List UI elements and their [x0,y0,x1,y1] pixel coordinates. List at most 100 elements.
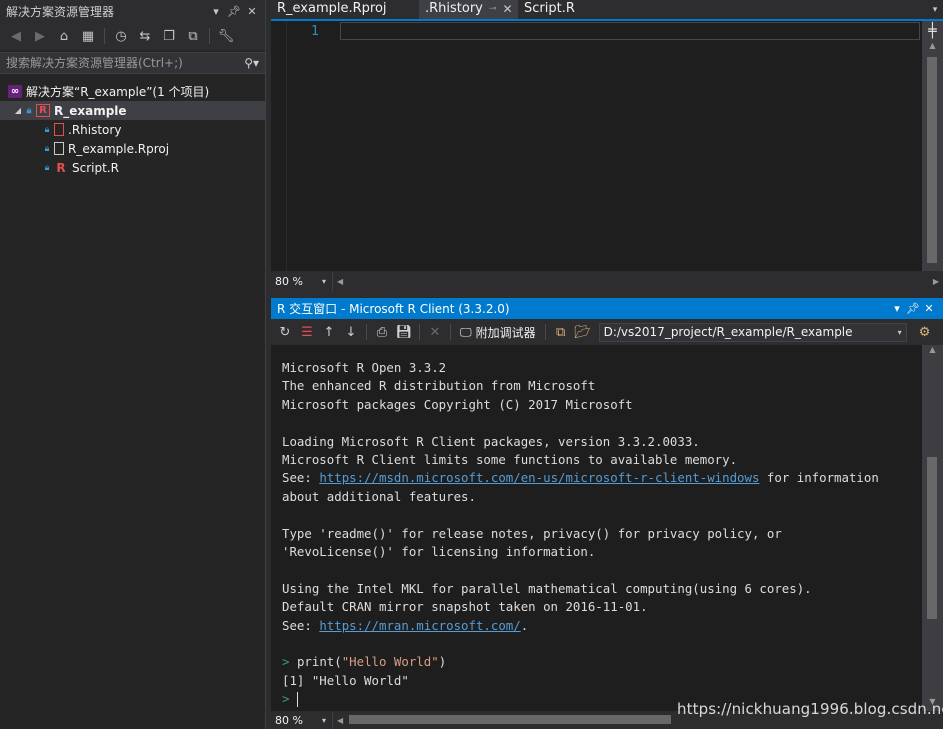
console-text: See: [282,617,320,633]
r-console-output[interactable]: Microsoft R Open 3.3.2 The enhanced R dis… [271,345,922,711]
home-icon[interactable]: ⌂ [54,26,74,46]
editor-gutter [286,21,287,271]
scroll-up-icon[interactable]: ▲ [922,345,943,359]
close-tab-icon[interactable]: ✕ [502,2,512,16]
interrupt-icon[interactable]: ✕ [425,322,445,342]
scroll-left-icon[interactable]: ◀ [337,716,343,725]
chevron-down-icon: ▾ [897,327,902,337]
tab-label: .Rhistory [425,1,483,16]
tree-item-file[interactable]: 🔒︎ R Script.R [0,158,265,177]
msdn-link[interactable]: https://msdn.microsoft.com/en-us/microso… [319,470,759,485]
console-line: The enhanced R distribution from Microso… [282,378,596,394]
console-line: See: https://msdn.microsoft.com/en-us/mi… [282,469,922,487]
document-tabstrip: R_example.Rproj .Rhistory ⊸ ✕ Script.R ▾ [271,0,943,21]
console-line: 'RevoLicense()' for licensing informatio… [282,544,596,560]
history-up-icon[interactable]: ↑ [319,322,339,342]
console-prompt: > [282,691,290,707]
r-project-icon: R [36,104,50,117]
close-icon[interactable]: ✕ [921,302,937,315]
load-workspace-icon[interactable]: ⎙ [372,322,392,342]
console-command: print( [296,654,342,670]
console-line: about additional features. [282,488,476,504]
tab-list-dropdown-icon[interactable]: ▾ [927,5,943,15]
pending-changes-filter-icon[interactable]: ◷ [111,26,131,46]
r-interactive-title: R 交互窗口 - Microsoft R Client (3.3.2.0) [277,302,510,316]
pin-icon[interactable]: 📌︎ [905,302,921,315]
editor-panel: R_example.Rproj .Rhistory ⊸ ✕ Script.R ▾… [271,0,943,292]
collapse-all-icon[interactable]: ❐ [159,26,179,46]
console-line: Microsoft R Client limits some functions… [282,452,738,468]
back-icon[interactable]: ◀ [6,26,26,46]
save-workspace-icon[interactable]: 💾︎ [394,322,414,342]
console-output-line: [1] "Hello World" [282,672,409,688]
tab-script-r[interactable]: Script.R [518,0,618,19]
line-number: 1 [311,24,319,39]
text-caret [296,692,298,708]
scroll-up-icon[interactable]: ▲ [922,41,943,55]
scroll-right-icon[interactable]: ▶ [933,277,939,286]
split-window-icon[interactable]: ╪ [922,21,943,41]
sync-icon[interactable]: ⇆ [135,26,155,46]
search-input[interactable] [6,56,245,70]
zoom-dropdown[interactable]: 80 % ▾ [271,711,333,729]
code-editor[interactable]: 1 [271,21,922,271]
tree-item-solution[interactable]: ∞ 解决方案“R_example”(1 个项目) [0,82,265,101]
pin-tab-icon[interactable]: ⊸ [489,4,497,14]
chevron-down-icon: ▾ [321,277,326,286]
show-all-files-icon[interactable]: ⧉ [183,26,203,46]
scroll-thumb[interactable] [927,457,937,619]
console-prompt: > [282,654,290,670]
close-icon[interactable]: ✕ [245,5,259,18]
working-directory-dropdown[interactable]: D:/vs2017_project/R_example/R_example ▾ [598,322,907,342]
expand-triangle-icon[interactable]: ◢ [12,106,24,115]
clear-icon[interactable]: ☰ [297,322,317,342]
solution-explorer-search: ⚲▾ [0,52,265,74]
scroll-left-icon[interactable]: ◀ [337,277,343,286]
dropdown-arrow-icon[interactable]: ▾ [889,302,905,315]
tree-item-file[interactable]: 🔒︎ R_example.Rproj [0,139,265,158]
rhistory-file-icon [54,123,64,136]
source-file-icon[interactable]: ⧉ [551,322,571,342]
editor-bottom-bar: 80 % ▾ ◀ ▶ [271,271,943,292]
solution-explorer-titlebar: 解决方案资源管理器 ▾ 📌︎ ✕ [0,0,265,22]
pin-icon[interactable]: 📌︎ [227,5,241,18]
forward-icon[interactable]: ▶ [30,26,50,46]
r-interactive-titlebar: R 交互窗口 - Microsoft R Client (3.3.2.0) ▾ … [271,298,943,319]
editor-horizontal-scrollbar[interactable]: ◀ ▶ [333,271,943,292]
solution-icon: ∞ [8,85,22,98]
toolbar-separator [544,324,546,340]
open-folder-icon[interactable]: 📂︎ [573,322,593,342]
tree-item-project[interactable]: ◢ 🔒︎ R R_example [0,101,265,120]
dropdown-arrow-icon[interactable]: ▾ [209,5,223,18]
toolbar-separator [419,324,420,340]
history-down-icon[interactable]: ↓ [341,322,361,342]
tab-rhistory[interactable]: .Rhistory ⊸ ✕ [419,0,518,19]
reset-icon[interactable]: ↻ [275,322,295,342]
switch-views-icon[interactable]: ▦ [78,26,98,46]
tree-item-label: Script.R [72,160,119,175]
tree-item-file[interactable]: 🔒︎ .Rhistory [0,120,265,139]
toolbar-separator [366,324,367,340]
solution-explorer-title: 解决方案资源管理器 [6,4,115,19]
properties-wrench-icon[interactable]: 🔧︎ [216,26,236,46]
scroll-thumb[interactable] [927,57,937,263]
tab-r-example-rproj[interactable]: R_example.Rproj [271,0,419,19]
console-vertical-scrollbar[interactable]: ▲ ▼ [922,345,943,711]
zoom-dropdown[interactable]: 80 % ▾ [271,272,333,291]
mran-link[interactable]: https://mran.microsoft.com/ [319,618,520,633]
console-input-line: > print("Hello World") [282,653,922,671]
monitor-icon: 🖵︎ [460,324,472,339]
attach-debugger-label: 附加调试器 [475,325,536,340]
lock-icon: 🔒︎ [44,124,50,135]
working-directory-value: D:/vs2017_project/R_example/R_example [603,325,853,339]
workspace-settings-icon[interactable]: ⚙ [915,322,935,342]
console-text: for information [759,470,879,486]
horizontal-scroll-thumb[interactable] [349,715,671,724]
attach-debugger-button[interactable]: 🖵︎ 附加调试器 [456,324,540,341]
zoom-level: 80 % [275,713,303,727]
console-string-literal: "Hello World" [341,654,439,670]
search-icon[interactable]: ⚲▾ [244,56,259,70]
console-line: See: https://mran.microsoft.com/. [282,617,922,635]
editor-vertical-scrollbar[interactable]: ╪ ▲ [922,21,943,271]
